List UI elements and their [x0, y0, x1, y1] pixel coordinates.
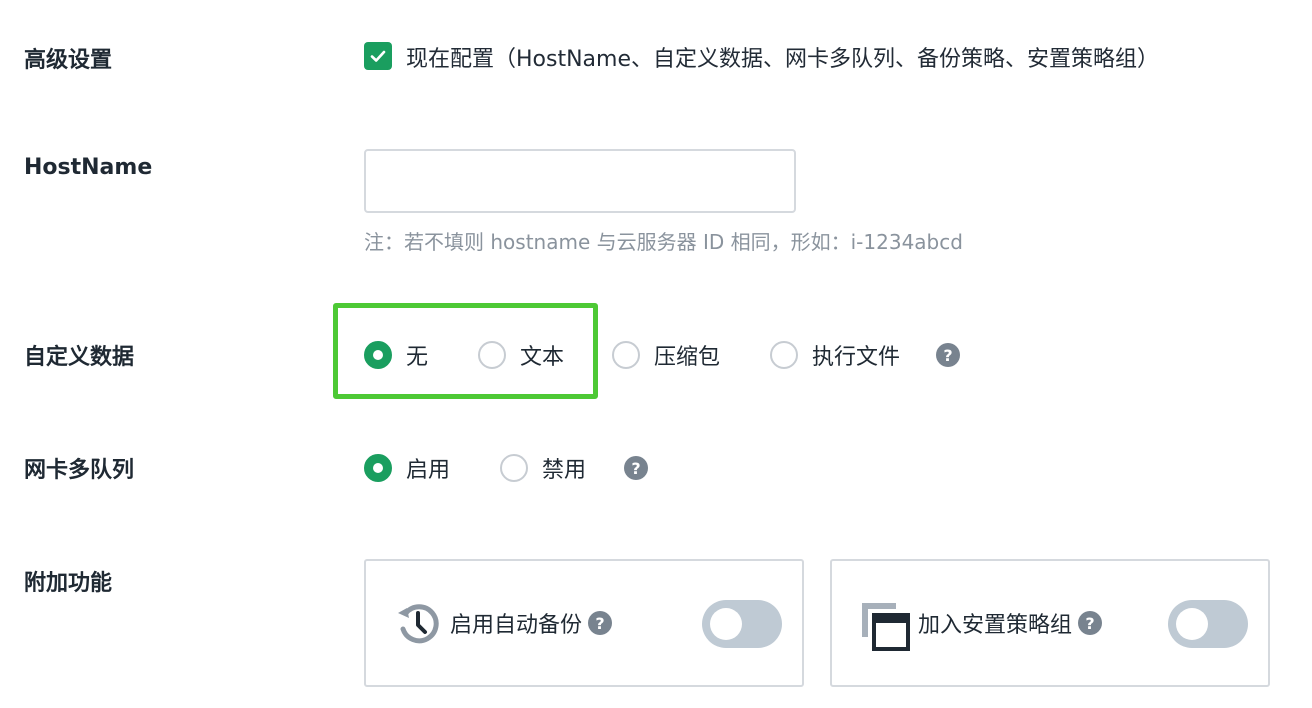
backup-history-icon: [394, 599, 442, 647]
radio-label: 无: [406, 345, 429, 370]
advanced-config-checkbox-label[interactable]: 现在配置（HostName、自定义数据、网卡多队列、备份策略、安置策略组）: [406, 41, 1159, 73]
radio-unchecked[interactable]: [612, 341, 641, 369]
radio-label: 禁用: [542, 458, 587, 483]
auto-backup-toggle[interactable]: [702, 600, 782, 648]
addons-label: 附加功能: [24, 571, 113, 596]
radio-label: 文本: [520, 345, 565, 370]
auto-backup-title: 启用自动备份 ?: [450, 607, 613, 639]
auto-backup-text: 启用自动备份: [450, 613, 583, 638]
placement-group-card: 加入安置策略组 ?: [830, 559, 1270, 687]
nic-multiqueue-label: 网卡多队列: [24, 458, 135, 483]
question-circle-icon[interactable]: ?: [1078, 611, 1103, 635]
radio-checked[interactable]: [364, 454, 392, 482]
custom-data-option-executable[interactable]: 执行文件: [770, 339, 900, 371]
auto-backup-card: 启用自动备份 ?: [364, 559, 804, 687]
hostname-input[interactable]: [364, 149, 796, 213]
placement-group-text: 加入安置策略组: [918, 613, 1073, 638]
custom-data-radio-group: 无 文本 压缩包 执行文件 ?: [364, 339, 961, 371]
placement-group-icon: [858, 599, 912, 653]
placement-group-title: 加入安置策略组 ?: [918, 607, 1103, 639]
radio-checked[interactable]: [364, 341, 392, 369]
advanced-config-checkbox[interactable]: [364, 42, 392, 70]
question-circle-icon[interactable]: ?: [936, 343, 961, 367]
toggle-knob: [1176, 608, 1208, 640]
radio-label: 压缩包: [654, 345, 721, 370]
toggle-knob: [710, 608, 742, 640]
question-circle-icon[interactable]: ?: [588, 611, 613, 635]
radio-label: 启用: [406, 458, 451, 483]
placement-group-toggle[interactable]: [1168, 600, 1248, 648]
advanced-settings-label: 高级设置: [24, 48, 113, 73]
custom-data-option-archive[interactable]: 压缩包: [612, 339, 720, 371]
radio-unchecked[interactable]: [770, 341, 799, 369]
custom-data-label: 自定义数据: [24, 345, 135, 370]
radio-unchecked[interactable]: [500, 454, 529, 482]
nic-multiqueue-radio-group: 启用 禁用 ?: [364, 452, 649, 484]
radio-label: 执行文件: [812, 345, 901, 370]
custom-data-option-text[interactable]: 文本: [478, 339, 564, 371]
custom-data-option-none[interactable]: 无: [364, 339, 428, 371]
check-icon: [370, 50, 386, 62]
nic-multiqueue-option-enable[interactable]: 启用: [364, 452, 450, 484]
radio-unchecked[interactable]: [478, 341, 507, 369]
nic-multiqueue-option-disable[interactable]: 禁用: [500, 452, 586, 484]
hostname-label: HostName: [24, 155, 153, 180]
hostname-note: 注：若不填则 hostname 与云服务器 ID 相同，形如：i-1234abc…: [364, 230, 963, 254]
question-circle-icon[interactable]: ?: [624, 456, 649, 480]
